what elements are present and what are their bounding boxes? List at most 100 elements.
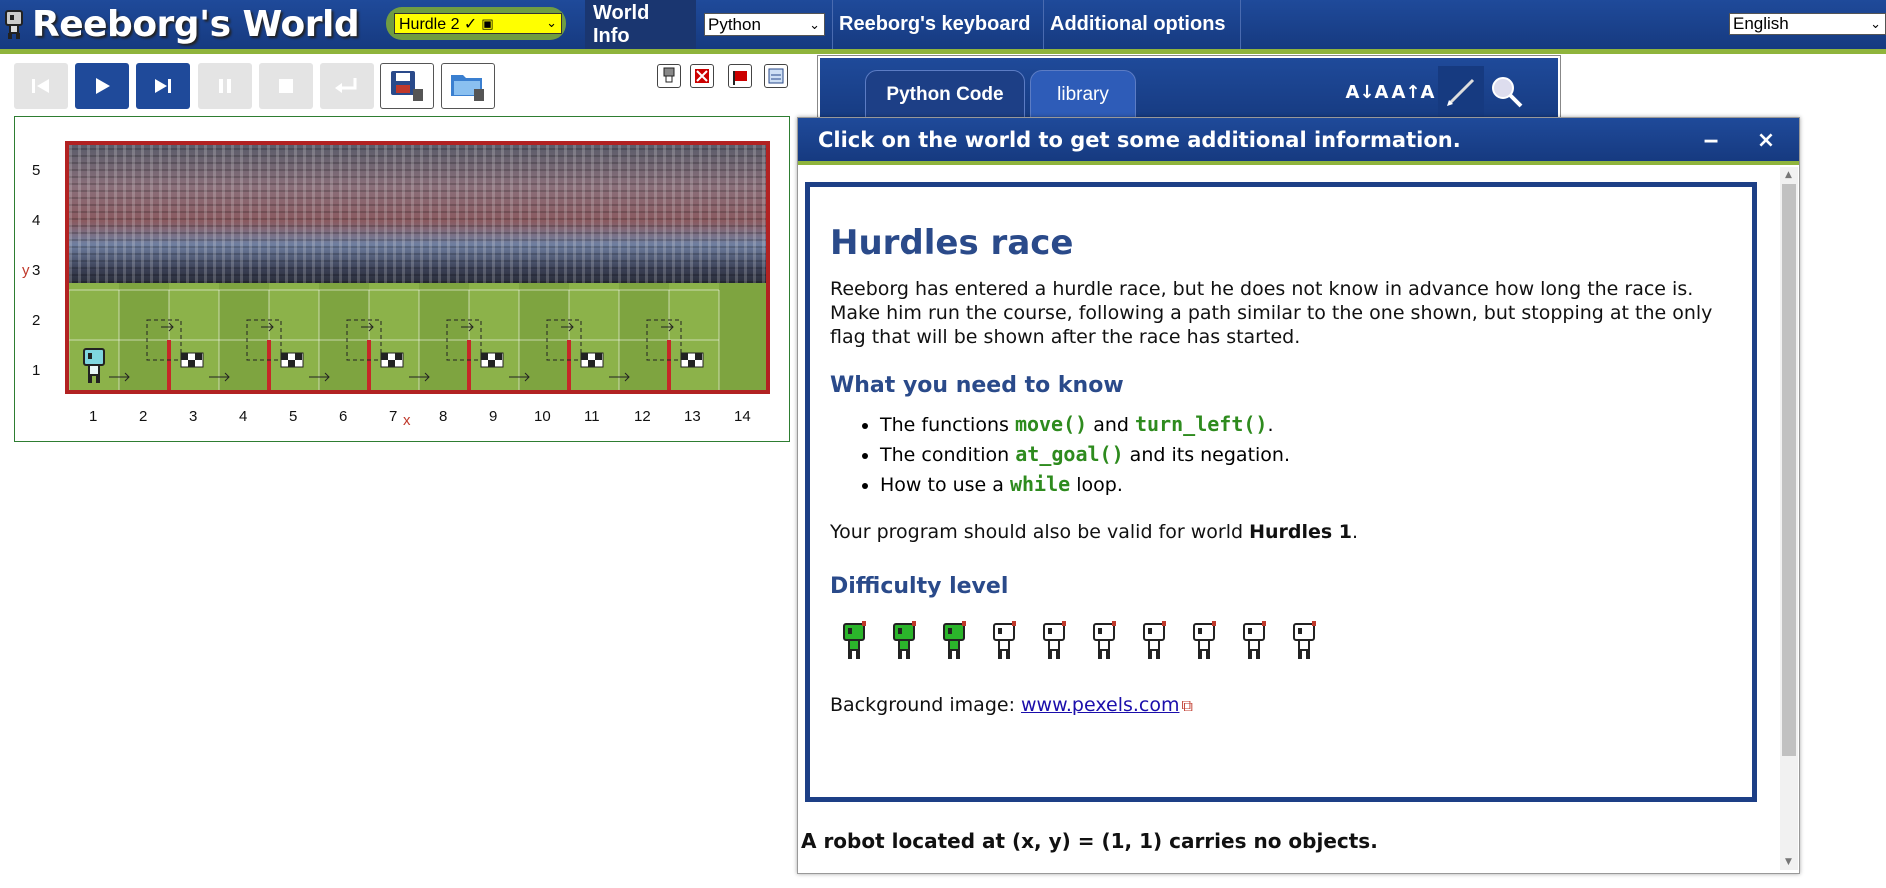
reverse-step-button[interactable] — [14, 63, 68, 109]
y-tick-label: 2 — [32, 312, 41, 329]
flag-square — [188, 360, 195, 367]
dialog-title-bar[interactable]: Click on the world to get some additiona… — [798, 118, 1799, 165]
scroll-down-icon[interactable]: ▼ — [1785, 857, 1792, 867]
flag-square — [295, 353, 302, 360]
list-item: How to use a while loop. — [880, 470, 1732, 500]
difficulty-heading: Difficulty level — [830, 574, 1009, 599]
robot-icon: ▣ — [481, 15, 494, 31]
background-credit: Background image: www.pexels.com ⧉ — [830, 694, 1193, 716]
world-canvas[interactable] — [65, 141, 770, 394]
minimize-icon[interactable]: ‒ — [1696, 128, 1726, 153]
robot-model-icon[interactable] — [657, 64, 681, 88]
chevron-down-icon: ⌄ — [546, 15, 557, 30]
keyboard-label: Reeborg's keyboard — [839, 13, 1031, 35]
open-button[interactable] — [441, 63, 495, 109]
language-select-value: Python — [708, 14, 761, 34]
world-info-button[interactable]: World Info — [585, 0, 696, 49]
hurdle-wall — [267, 340, 271, 390]
x-tick-label: 2 — [139, 408, 148, 425]
app-logo: Reeborg's World — [4, 3, 360, 45]
x-tick-label: 5 — [289, 408, 298, 425]
reeborg-robot[interactable] — [81, 347, 109, 387]
flag-square — [581, 353, 588, 360]
robot-icon — [663, 67, 675, 83]
top-nav-bar: Reeborg's World Hurdle 2 ✓ ▣ ⌄ World Inf… — [0, 0, 1886, 54]
magnifier-icon[interactable] — [1484, 66, 1530, 118]
pexels-link[interactable]: www.pexels.com — [1021, 694, 1179, 716]
step-button[interactable] — [136, 63, 190, 109]
difficulty-robot-empty-icon — [1093, 621, 1116, 659]
world-select[interactable]: Hurdle 2 ✓ ▣ ⌄ — [394, 13, 562, 34]
x-tick-label: 4 — [239, 408, 248, 425]
y-tick-label: 4 — [32, 212, 41, 229]
difficulty-robot-filled-icon — [843, 621, 866, 659]
tab-label: library — [1057, 84, 1109, 105]
y-axis-label: y — [22, 262, 30, 279]
x-tick-label: 14 — [734, 408, 751, 425]
font-increase-icon[interactable]: A↑A — [1390, 66, 1436, 118]
list-item: The functions move() and turn_left(). — [880, 410, 1732, 440]
difficulty-rating — [838, 621, 1732, 667]
close-icon[interactable]: × — [1751, 128, 1781, 153]
reverse-step-icon — [32, 79, 49, 93]
arrow-icon — [361, 322, 374, 332]
list-item: The condition at_goal() and its negation… — [880, 440, 1732, 470]
hurdle-wall — [667, 340, 671, 390]
tab-library[interactable]: library — [1030, 70, 1136, 120]
tab-label: Python Code — [886, 84, 1004, 105]
arrow-icon — [261, 322, 274, 332]
scroll-up-icon[interactable]: ▲ — [1785, 170, 1792, 180]
pause-icon — [219, 79, 231, 93]
highlight-pen-icon[interactable] — [1438, 66, 1484, 118]
step-icon — [155, 79, 171, 93]
flag-square — [495, 353, 502, 360]
world-info-label: World Info — [593, 1, 650, 47]
run-button[interactable] — [75, 63, 129, 109]
clear-world-icon[interactable] — [690, 64, 714, 88]
arrow-icon — [461, 322, 474, 332]
flag-square — [688, 360, 695, 367]
know-heading: What you need to know — [830, 373, 1124, 398]
delete-icon — [695, 69, 709, 83]
additional-options-button[interactable]: Additional options — [1042, 0, 1238, 49]
pause-button[interactable] — [198, 63, 252, 109]
x-tick-label: 6 — [339, 408, 348, 425]
world-description: Hurdles race Reeborg has entered a hurdl… — [805, 182, 1757, 802]
chevron-down-icon: ⌄ — [809, 16, 820, 32]
return-icon — [335, 78, 357, 93]
description-heading: Hurdles race — [830, 223, 1074, 263]
keyboard-button[interactable]: Reeborg's keyboard — [831, 0, 1041, 49]
app-title: Reeborg's World — [32, 3, 360, 45]
difficulty-robot-empty-icon — [1043, 621, 1066, 659]
robot-status: A robot located at (x, y) = (1, 1) carri… — [801, 829, 1378, 853]
y-tick-label: 5 — [32, 162, 41, 179]
font-decrease-icon[interactable]: A↓A — [1344, 66, 1390, 118]
reeborg-logo-icon — [5, 10, 23, 39]
reload-button[interactable] — [320, 63, 374, 109]
stop-button[interactable] — [259, 63, 313, 109]
flag-square — [695, 353, 702, 360]
edit-world-icon[interactable] — [764, 64, 788, 88]
validity-note: Your program should also be valid for wo… — [830, 521, 1359, 543]
play-icon — [96, 78, 110, 94]
flag-icon — [733, 71, 747, 85]
open-folder-icon — [451, 75, 484, 101]
x-tick-label: 8 — [439, 408, 448, 425]
dialog-scrollbar[interactable]: ▲ ▼ — [1780, 167, 1798, 870]
difficulty-robot-filled-icon — [943, 621, 966, 659]
world-select-value: Hurdle 2 ✓ — [399, 15, 478, 33]
flag-square — [195, 353, 202, 360]
goal-flag-icon[interactable] — [728, 64, 752, 88]
save-button[interactable] — [380, 63, 434, 109]
language-select[interactable]: Python ⌄ — [704, 13, 825, 36]
difficulty-robot-empty-icon — [1243, 621, 1266, 659]
ui-language-select[interactable]: English ⌄ — [1729, 13, 1886, 35]
arrow-icon — [661, 322, 674, 332]
flag-square — [388, 360, 395, 367]
flag-square — [288, 360, 295, 367]
scroll-thumb[interactable] — [1782, 184, 1796, 756]
hurdle-wall — [567, 340, 571, 390]
y-tick-label: 1 — [32, 362, 41, 379]
difficulty-robot-filled-icon — [893, 621, 916, 659]
tab-python-code[interactable]: Python Code — [865, 70, 1025, 120]
